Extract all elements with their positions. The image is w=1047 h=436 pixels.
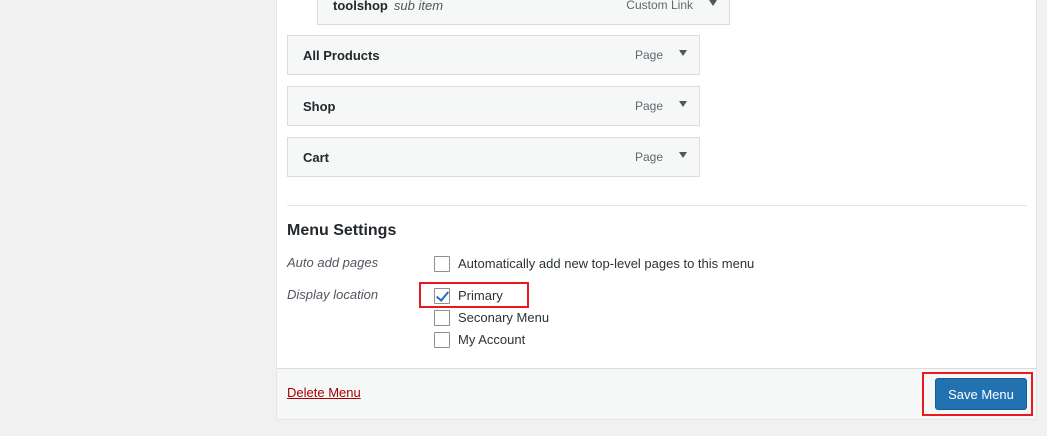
primary-highlight-box (419, 282, 529, 308)
display-location-label: Display location (287, 287, 379, 302)
menu-item-cart[interactable]: Cart Page (287, 137, 700, 177)
menu-item-all-products[interactable]: All Products Page (287, 35, 700, 75)
section-divider (287, 205, 1027, 206)
menu-item-title: Shop (303, 99, 336, 114)
auto-add-pages-option-label[interactable]: Automatically add new top-level pages to… (458, 256, 754, 271)
save-menu-button[interactable]: Save Menu (935, 378, 1027, 410)
my-account-label[interactable]: My Account (458, 332, 525, 347)
menu-item-type: Page (634, 48, 663, 62)
menu-item-title: Cart (303, 150, 330, 165)
menu-item-title: toolshop sub item (333, 0, 444, 13)
menu-settings-heading: Menu Settings (287, 222, 397, 239)
menu-item-shop[interactable]: Shop Page (287, 86, 700, 126)
menu-item-type: Page (634, 99, 663, 113)
expand-arrow-icon[interactable] (679, 152, 687, 158)
menu-item-sub-label: sub item (393, 0, 444, 13)
secondary-menu-checkbox[interactable] (434, 310, 450, 326)
expand-arrow-icon[interactable] (679, 50, 687, 56)
expand-arrow-icon[interactable] (709, 0, 717, 6)
auto-add-pages-label: Auto add pages (287, 255, 379, 270)
menu-item-title: All Products (303, 48, 380, 63)
expand-arrow-icon[interactable] (679, 101, 687, 107)
delete-menu-link[interactable]: Delete Menu (287, 385, 361, 400)
auto-add-pages-checkbox[interactable] (434, 256, 450, 272)
my-account-checkbox[interactable] (434, 332, 450, 348)
menu-item-type: Custom Link (626, 0, 693, 12)
menu-item-toolshop[interactable]: toolshop sub item Custom Link (317, 0, 730, 25)
secondary-menu-label[interactable]: Seconary Menu (458, 310, 549, 325)
menu-item-type: Page (634, 150, 663, 164)
